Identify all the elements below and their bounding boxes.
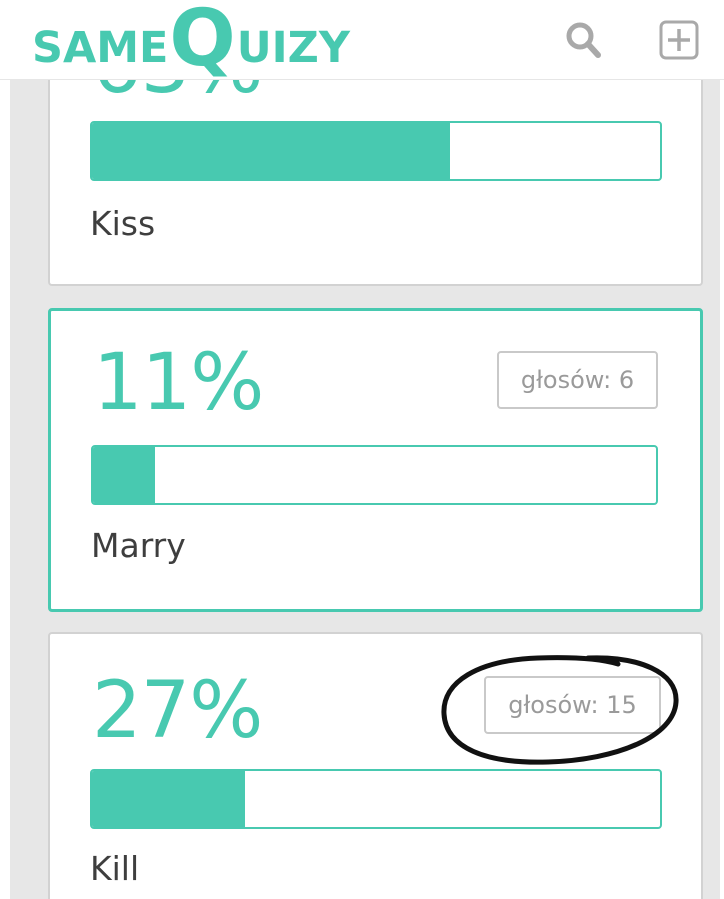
result-progress-fill xyxy=(93,447,155,503)
result-card-kiss[interactable]: 63% Kiss xyxy=(48,80,703,286)
result-progress-fill xyxy=(92,123,450,179)
logo-text-uizy: UIZY xyxy=(236,23,350,73)
results-area[interactable]: 63% Kiss 11% głosów: 6 Marry 27% głosów:… xyxy=(0,80,724,899)
result-progress-fill xyxy=(92,771,246,827)
result-percent: 11% xyxy=(93,338,264,428)
logo-text-q: Q xyxy=(169,0,236,84)
header: SAME Q UIZY xyxy=(0,0,724,80)
result-progress-bar xyxy=(91,445,658,505)
add-quiz-button[interactable] xyxy=(657,18,701,62)
samequizy-logo[interactable]: SAME Q UIZY xyxy=(32,0,350,78)
answer-label: Kill xyxy=(90,849,140,888)
result-progress-bar xyxy=(90,769,662,829)
answer-label: Marry xyxy=(91,526,186,565)
answer-label: Kiss xyxy=(90,204,156,243)
votes-badge: głosów: 6 xyxy=(497,351,658,409)
search-icon xyxy=(566,22,601,58)
result-card-marry[interactable]: 11% głosów: 6 Marry xyxy=(48,308,703,612)
result-card-kill[interactable]: 27% głosów: 15 Kill xyxy=(48,632,703,899)
result-progress-bar xyxy=(90,121,662,181)
logo-text-same: SAME xyxy=(32,23,169,73)
search-button[interactable] xyxy=(561,18,605,62)
plus-square-icon xyxy=(659,20,699,60)
result-percent: 27% xyxy=(92,666,263,756)
votes-badge: głosów: 15 xyxy=(484,676,661,734)
